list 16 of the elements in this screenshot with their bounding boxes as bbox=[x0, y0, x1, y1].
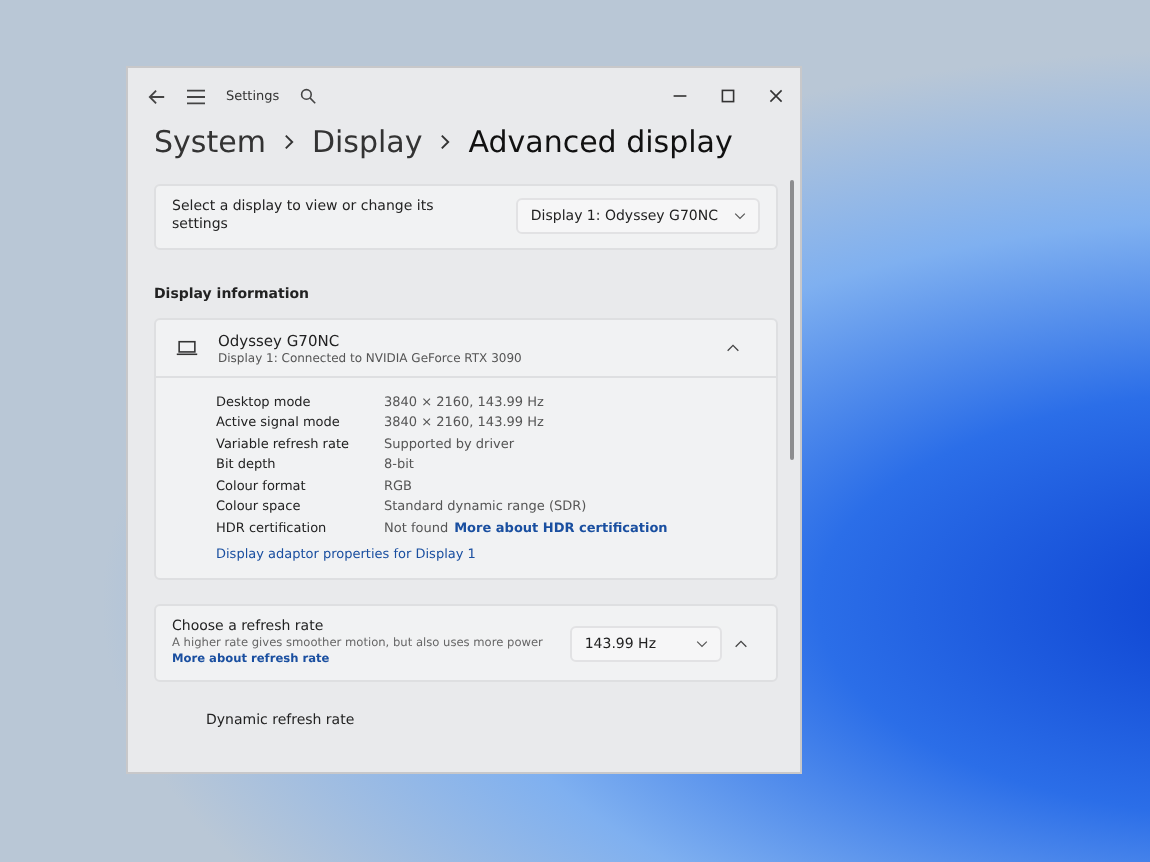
close-icon[interactable] bbox=[768, 88, 784, 104]
chevron-down-icon bbox=[696, 639, 708, 648]
scrollbar[interactable] bbox=[790, 180, 794, 460]
laptop-icon bbox=[176, 340, 198, 357]
chevron-down-icon bbox=[734, 212, 746, 221]
menu-icon[interactable] bbox=[186, 87, 206, 105]
chevron-right-icon bbox=[283, 134, 294, 150]
search-icon[interactable] bbox=[299, 88, 316, 104]
breadcrumb-item[interactable]: System bbox=[154, 124, 266, 160]
chevron-icon[interactable] bbox=[726, 344, 740, 353]
breadcrumb-item: Advanced display bbox=[468, 124, 733, 160]
maximize-icon[interactable] bbox=[720, 88, 736, 104]
back-arrow-icon[interactable] bbox=[148, 87, 166, 105]
chevron-right-icon bbox=[440, 134, 451, 150]
breadcrumb-item[interactable]: Display bbox=[311, 124, 423, 160]
chevron-icon[interactable] bbox=[734, 639, 748, 648]
